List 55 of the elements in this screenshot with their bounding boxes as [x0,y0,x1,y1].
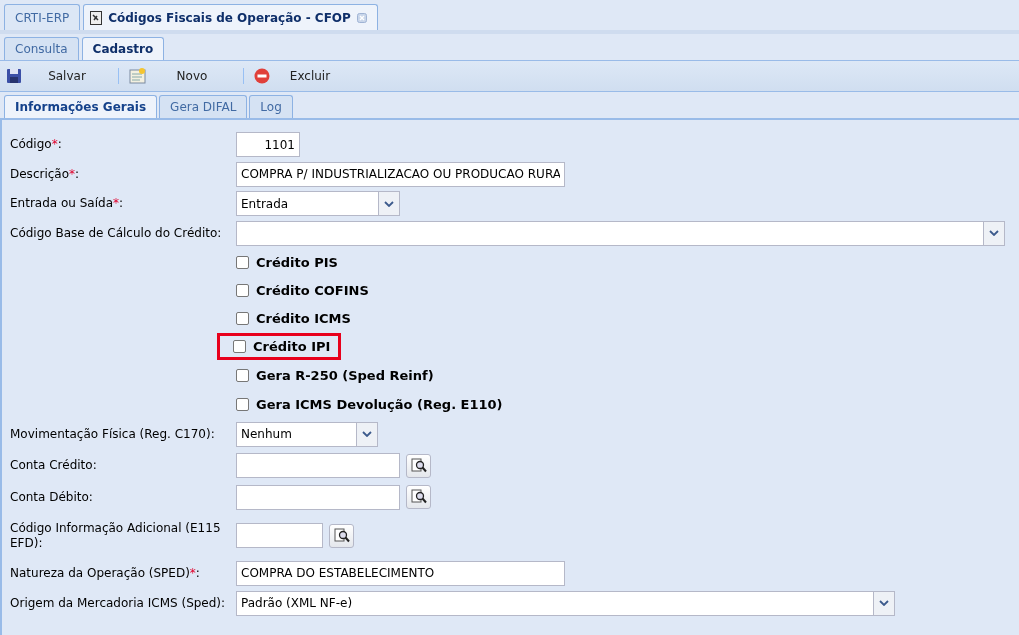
caret-icon [879,600,889,606]
checkbox[interactable] [236,255,249,269]
app-tab[interactable]: Códigos Fiscais de Operação - CFOP [83,4,378,30]
field-label: Código Informação Adicional (E115 EFD): [10,520,222,551]
field-label: Descrição*: [10,166,81,182]
checkbox-option[interactable]: Gera R-250 (Sped Reinf) [236,365,442,386]
text-field[interactable]: COMPRA P/ INDUSTRIALIZACAO OU PRODUCAO RURA [236,161,565,187]
field-label: Movimentação Física (Reg. C170): [10,426,216,442]
form-tab[interactable]: Informações Gerais [4,95,158,118]
field-label: Entrada ou Saída*: [10,196,125,211]
checkbox-option[interactable]: Crédito PIS [236,251,346,273]
dropdown-field[interactable]: Entrada [236,191,400,216]
dropdown-field[interactable]: Padrão (XML NF-e) [236,590,895,616]
text-field[interactable] [236,523,323,548]
field-label: Código*: [10,137,63,152]
checkbox-option[interactable]: Gera ICMS Devolução (Reg. E110) [236,393,511,415]
view-tab[interactable]: Consulta [4,37,79,60]
checkbox[interactable] [236,369,249,382]
field-label: Origem da Mercadoria ICMS (Sped): [10,595,227,611]
highlighted-checkbox-option[interactable]: Crédito IPI [220,336,339,357]
caret-icon [362,431,372,437]
caret-icon [384,200,394,207]
toolbar-button[interactable]: Excluir [254,68,350,84]
dropdown-field[interactable]: Nenhum [236,421,378,447]
lookup-button[interactable] [329,523,354,548]
search-icon [333,527,350,544]
view-tab[interactable]: Cadastro [81,37,165,60]
text-field[interactable]: COMPRA DO ESTABELECIMENTO [236,560,565,586]
field-label: Conta Crédito: [10,458,98,473]
checkbox[interactable] [236,283,249,297]
field-label: Código Base de Cálculo do Crédito: [10,225,223,241]
delete-icon [254,68,270,84]
checkbox[interactable] [233,340,246,353]
text-field[interactable] [236,453,400,478]
toolbar-button[interactable]: Salvar [6,68,112,84]
text-field[interactable] [236,484,400,510]
document-icon [90,10,103,25]
checkbox[interactable] [236,311,249,325]
text-field[interactable]: 1101 [236,132,300,157]
form-tab[interactable]: Gera DIFAL [159,95,248,118]
checkbox-option[interactable]: Crédito ICMS [236,307,359,329]
toolbar-button[interactable]: Novo [129,68,237,84]
field-label: Natureza da Operação (SPED)*: [10,565,201,581]
checkbox-option[interactable]: Crédito COFINS [236,279,377,301]
field-label: Conta Débito: [10,489,94,505]
checkbox[interactable] [236,397,249,411]
search-icon [410,489,427,505]
new-document-icon [129,68,147,84]
lookup-button[interactable] [406,485,431,509]
lookup-button[interactable] [406,453,431,478]
search-icon [410,457,427,474]
form-tab[interactable]: Log [249,95,293,118]
dropdown-field[interactable] [236,220,1005,246]
app-tab[interactable]: CRTI-ERP [4,4,81,30]
caret-icon [989,230,999,236]
